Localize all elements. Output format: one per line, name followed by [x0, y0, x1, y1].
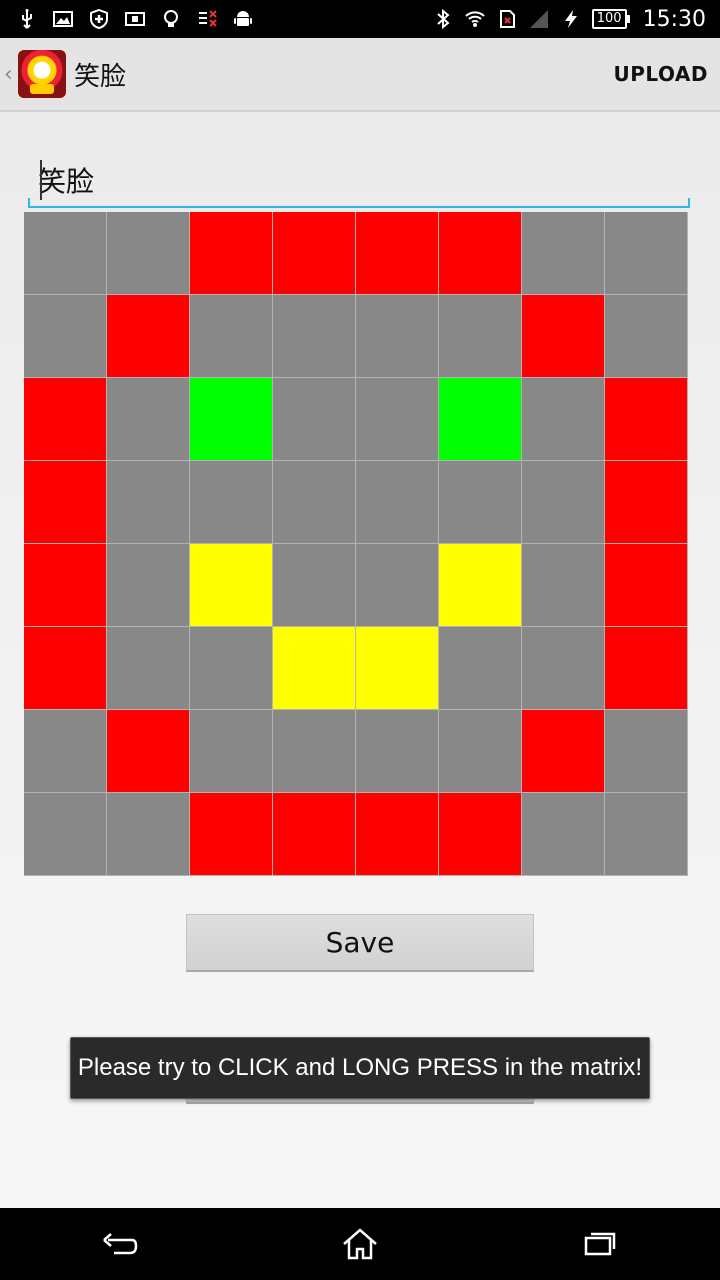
- matrix-cell[interactable]: [24, 544, 106, 626]
- matrix-cell[interactable]: [356, 461, 438, 543]
- recent-apps-icon[interactable]: [570, 1219, 630, 1269]
- matrix-cell[interactable]: [522, 793, 604, 875]
- matrix-cell[interactable]: [605, 544, 687, 626]
- usb-icon: [16, 8, 38, 30]
- matrix-cell[interactable]: [522, 378, 604, 460]
- name-field: [28, 150, 690, 208]
- matrix-cell[interactable]: [190, 793, 272, 875]
- matrix-cell[interactable]: [605, 295, 687, 377]
- matrix-cell[interactable]: [273, 295, 355, 377]
- charging-icon: [560, 8, 582, 30]
- bluetooth-icon: [432, 8, 454, 30]
- matrix-cell[interactable]: [605, 627, 687, 709]
- matrix-cell[interactable]: [439, 461, 521, 543]
- matrix-cell[interactable]: [273, 710, 355, 792]
- matrix-cell[interactable]: [605, 378, 687, 460]
- status-icons-right: 100 15:30: [432, 7, 720, 32]
- matrix-cell[interactable]: [356, 627, 438, 709]
- matrix-cell[interactable]: [24, 212, 106, 294]
- matrix-cell[interactable]: [522, 295, 604, 377]
- matrix-cell[interactable]: [190, 461, 272, 543]
- matrix-cell[interactable]: [24, 793, 106, 875]
- sim-icon: [496, 8, 518, 30]
- matrix-cell[interactable]: [190, 212, 272, 294]
- matrix-cell[interactable]: [522, 461, 604, 543]
- matrix-cell[interactable]: [24, 627, 106, 709]
- wifi-icon: [464, 8, 486, 30]
- action-bar-title: 笑脸: [74, 61, 127, 92]
- matrix-cell[interactable]: [605, 710, 687, 792]
- matrix-cell[interactable]: [439, 295, 521, 377]
- toast-message: Please try to CLICK and LONG PRESS in th…: [70, 1037, 650, 1099]
- shield-icon: [88, 8, 110, 30]
- matrix-cell[interactable]: [107, 544, 189, 626]
- matrix-cell[interactable]: [190, 544, 272, 626]
- name-input[interactable]: [38, 160, 668, 200]
- matrix-cell[interactable]: [439, 627, 521, 709]
- matrix-cell[interactable]: [273, 793, 355, 875]
- matrix-cell[interactable]: [107, 295, 189, 377]
- matrix-cell[interactable]: [190, 295, 272, 377]
- matrix-cell[interactable]: [190, 710, 272, 792]
- matrix-cell[interactable]: [190, 627, 272, 709]
- matrix-cell[interactable]: [273, 378, 355, 460]
- upload-button[interactable]: UPLOAD: [614, 62, 708, 86]
- android-icon: [232, 8, 254, 30]
- matrix-cell[interactable]: [107, 793, 189, 875]
- matrix-cell[interactable]: [356, 793, 438, 875]
- save-button[interactable]: Save: [186, 914, 534, 972]
- matrix-cell[interactable]: [356, 544, 438, 626]
- matrix-cell[interactable]: [522, 544, 604, 626]
- matrix-cell[interactable]: [24, 378, 106, 460]
- matrix-cell[interactable]: [107, 710, 189, 792]
- status-icons-left: [0, 8, 254, 30]
- matrix-cell[interactable]: [24, 295, 106, 377]
- matrix-cell[interactable]: [107, 461, 189, 543]
- matrix-cell[interactable]: [356, 212, 438, 294]
- matrix-cell[interactable]: [356, 710, 438, 792]
- status-bar: 100 15:30: [0, 0, 720, 38]
- battery-indicator: 100: [591, 9, 630, 29]
- text-cursor: [40, 160, 42, 200]
- back-chevron-icon[interactable]: ‹: [4, 62, 16, 87]
- matrix-cell[interactable]: [522, 710, 604, 792]
- clock: 15:30: [642, 6, 706, 32]
- matrix-cell[interactable]: [522, 627, 604, 709]
- matrix-cell[interactable]: [439, 378, 521, 460]
- matrix-cell[interactable]: [356, 295, 438, 377]
- matrix-cell[interactable]: [107, 212, 189, 294]
- matrix-cell[interactable]: [107, 378, 189, 460]
- matrix-cell[interactable]: [273, 461, 355, 543]
- info-card-icon: [124, 8, 146, 30]
- home-icon[interactable]: [330, 1219, 390, 1269]
- matrix-cell[interactable]: [439, 544, 521, 626]
- bulb-icon: [160, 8, 182, 30]
- matrix-cell[interactable]: [107, 627, 189, 709]
- app-logo-icon[interactable]: [18, 50, 66, 98]
- action-bar: ‹ 笑脸 UPLOAD: [0, 38, 720, 112]
- matrix-cell[interactable]: [273, 627, 355, 709]
- color-matrix: [24, 212, 688, 876]
- matrix-cell[interactable]: [24, 461, 106, 543]
- sim-error-icon: [196, 8, 218, 30]
- matrix-cell[interactable]: [190, 378, 272, 460]
- navigation-bar: [0, 1208, 720, 1280]
- image-icon: [52, 8, 74, 30]
- matrix-cell[interactable]: [605, 793, 687, 875]
- matrix-cell[interactable]: [439, 710, 521, 792]
- matrix-cell[interactable]: [273, 212, 355, 294]
- matrix-cell[interactable]: [273, 544, 355, 626]
- matrix-cell[interactable]: [439, 212, 521, 294]
- signal-icon: [528, 8, 550, 30]
- matrix-cell[interactable]: [439, 793, 521, 875]
- back-icon[interactable]: [90, 1219, 150, 1269]
- matrix-cell[interactable]: [522, 212, 604, 294]
- matrix-cell[interactable]: [605, 212, 687, 294]
- matrix-cell[interactable]: [605, 461, 687, 543]
- matrix-cell[interactable]: [356, 378, 438, 460]
- matrix-cell[interactable]: [24, 710, 106, 792]
